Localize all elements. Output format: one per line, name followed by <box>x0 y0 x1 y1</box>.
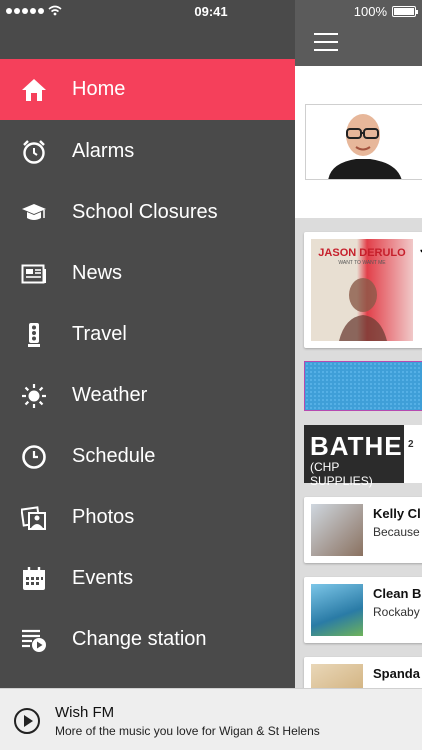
blue-banner[interactable] <box>304 361 422 411</box>
menu-item-change-station[interactable]: Change station <box>0 609 295 670</box>
ad-subtitle: (CHP SUPPLIES) <box>310 460 373 488</box>
album-card[interactable]: JASON DERULO WANT TO WANT ME J <box>304 232 422 348</box>
side-menu: Home Alarms School Closures News Travel … <box>0 0 295 688</box>
station-name: Wish FM <box>55 704 115 721</box>
newspaper-icon <box>20 260 48 288</box>
battery-percentage: 100% <box>353 4 387 19</box>
play-icon[interactable] <box>14 708 40 734</box>
song-title: Spanda <box>373 666 420 681</box>
photos-icon <box>20 504 48 532</box>
menu-item-events[interactable]: Events <box>0 548 295 609</box>
playlist-play-icon <box>20 626 48 654</box>
song-title: Kelly Cl <box>373 506 421 521</box>
menu-label: Schedule <box>72 445 156 467</box>
presenter-panel <box>295 66 422 218</box>
menu-item-home[interactable]: Home <box>0 59 295 120</box>
menu-item-travel[interactable]: Travel <box>0 304 295 365</box>
presenter-avatar-icon <box>306 105 422 179</box>
menu-label: Home <box>72 78 126 100</box>
alarm-clock-icon <box>20 138 48 166</box>
home-icon <box>20 76 48 104</box>
clock-icon <box>20 443 48 471</box>
menu-item-photos[interactable]: Photos <box>0 487 295 548</box>
menu-label: News <box>72 262 123 284</box>
hamburger-menu-icon[interactable] <box>314 33 338 51</box>
presenter-photo[interactable] <box>305 104 422 180</box>
menu-item-news[interactable]: News <box>0 243 295 304</box>
ad-title: BATHE <box>310 431 403 461</box>
station-tagline: More of the music you love for Wigan & S… <box>55 724 320 738</box>
graduation-cap-icon <box>20 199 48 227</box>
album-portrait-icon <box>339 278 387 341</box>
menu-item-weather[interactable]: Weather <box>0 365 295 426</box>
menu-item-alarms[interactable]: Alarms <box>0 121 295 182</box>
song-thumbnail <box>311 584 363 636</box>
song-thumbnail <box>311 504 363 556</box>
status-bar: 09:41 100% <box>0 0 422 22</box>
menu-label: Weather <box>72 384 148 406</box>
ad-logo-block: BATHE (CHP SUPPLIES) <box>304 425 404 488</box>
menu-label: Photos <box>72 506 135 528</box>
now-playing-bar[interactable]: Wish FM More of the music you love for W… <box>0 688 422 750</box>
song-title: Clean B <box>373 586 422 601</box>
menu-item-schedule[interactable]: Schedule <box>0 426 295 487</box>
song-card[interactable]: Clean B Rockaby <box>304 577 422 643</box>
menu-label: Alarms <box>72 140 135 162</box>
battery-icon <box>392 6 418 17</box>
calendar-icon <box>20 565 48 593</box>
song-artist: Rockaby <box>373 605 420 619</box>
sun-icon <box>20 382 48 410</box>
album-art: JASON DERULO WANT TO WANT ME <box>311 239 413 341</box>
traffic-light-icon <box>20 321 48 349</box>
menu-label: Change station <box>72 628 207 650</box>
ad-side-text: 2 <box>408 439 414 450</box>
song-artist: Because <box>373 525 420 539</box>
menu-label: Events <box>72 567 134 589</box>
main-content: JASON DERULO WANT TO WANT ME J BATHE (CH… <box>295 0 422 750</box>
menu-item-school-closures[interactable]: School Closures <box>0 182 295 243</box>
menu-label: Travel <box>72 323 127 345</box>
menu-label: School Closures <box>72 201 218 223</box>
ad-banner[interactable]: BATHE (CHP SUPPLIES) 2 <box>304 425 422 488</box>
song-card[interactable]: Kelly Cl Because <box>304 497 422 563</box>
